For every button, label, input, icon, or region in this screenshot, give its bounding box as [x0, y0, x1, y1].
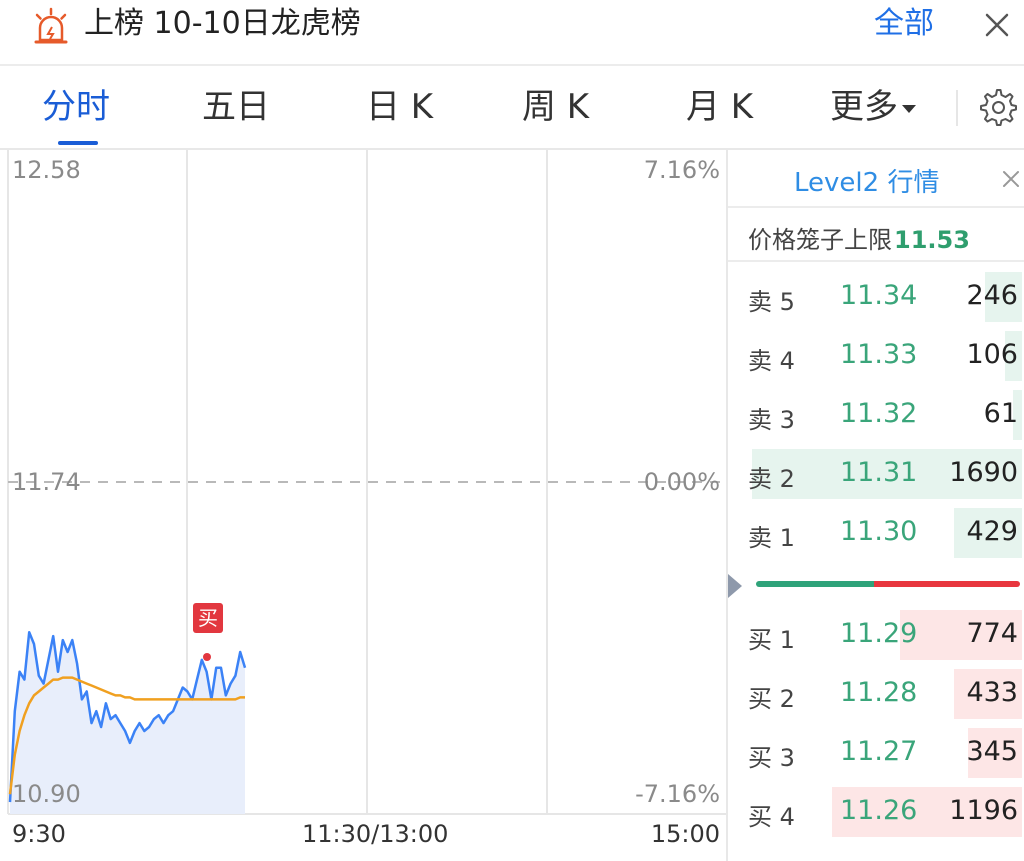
level-label: 买 4 — [748, 803, 795, 831]
level-volume: 106 — [966, 339, 1018, 370]
sell-level-row[interactable]: 卖 2 11.31 1690 — [728, 449, 1024, 499]
level-price: 11.27 — [840, 736, 918, 767]
header-divider — [0, 64, 1024, 66]
sell-level-row[interactable]: 卖 1 11.30 429 — [728, 508, 1024, 558]
buy-level-row[interactable]: 买 4 11.26 1196 — [728, 787, 1024, 837]
level-label: 买 1 — [748, 626, 795, 654]
tab-weekly-k[interactable]: 周 K — [522, 86, 589, 128]
price-high-label: 12.58 — [12, 156, 81, 184]
intraday-chart[interactable]: 12.58 11.74 10.90 7.16% 0.00% -7.16% 9:3… — [0, 150, 726, 861]
level-price: 11.33 — [840, 339, 918, 370]
level-label: 卖 3 — [748, 406, 795, 434]
close-icon[interactable] — [1000, 168, 1022, 190]
level-label: 买 3 — [748, 744, 795, 772]
price-cage-label: 价格笼子上限 — [748, 226, 892, 254]
level-volume: 1690 — [949, 457, 1018, 488]
price-cage-value: 11.53 — [894, 226, 970, 254]
chevron-down-icon — [902, 104, 916, 113]
level-label: 卖 4 — [748, 347, 795, 375]
tab-separator — [956, 90, 958, 126]
gear-icon[interactable] — [976, 86, 1018, 128]
level-price: 11.34 — [840, 280, 918, 311]
level-price: 11.30 — [840, 516, 918, 547]
panel-divider — [728, 206, 1024, 208]
level-volume: 61 — [983, 398, 1018, 429]
all-button[interactable]: 全部 — [874, 6, 934, 42]
pct-high-label: 7.16% — [643, 156, 720, 184]
level-label: 卖 1 — [748, 524, 795, 552]
level-price: 11.29 — [840, 618, 918, 649]
tab-more[interactable]: 更多 — [830, 86, 916, 128]
buy-ratio-bar — [874, 581, 1020, 587]
tab-monthly-k[interactable]: 月 K — [686, 86, 753, 128]
tab-more-label: 更多 — [830, 87, 898, 127]
tab-five-day[interactable]: 五日 — [202, 86, 270, 128]
level-price: 11.31 — [840, 457, 918, 488]
price-mid-label: 11.74 — [12, 468, 81, 496]
level-label: 卖 2 — [748, 465, 795, 493]
level-price: 11.26 — [840, 795, 918, 826]
sell-ratio-bar — [756, 581, 874, 587]
level-volume: 774 — [966, 618, 1018, 649]
level-label: 买 2 — [748, 685, 795, 713]
time-end-label: 15:00 — [650, 820, 720, 848]
level-volume: 1196 — [949, 795, 1018, 826]
tab-intraday[interactable]: 分时 — [42, 86, 110, 128]
buy-level-row[interactable]: 买 2 11.28 433 — [728, 669, 1024, 719]
level-price: 11.28 — [840, 677, 918, 708]
level-label: 卖 5 — [748, 288, 795, 316]
level-volume: 345 — [966, 736, 1018, 767]
level-volume: 246 — [966, 280, 1018, 311]
price-cage: 价格笼子上限11.53 — [748, 220, 970, 255]
pct-low-label: -7.16% — [635, 780, 720, 808]
sell-level-row[interactable]: 卖 5 11.34 246 — [728, 272, 1024, 322]
page-title: 上榜 10-10日龙虎榜 — [84, 6, 361, 41]
level2-panel: Level2 行情 价格笼子上限11.53 卖 5 11.34 246 卖 4 11.3… — [726, 150, 1024, 861]
close-icon[interactable] — [980, 8, 1014, 42]
buy-level-row[interactable]: 买 1 11.29 774 — [728, 610, 1024, 660]
time-mid-label: 11:30/13:00 — [302, 820, 449, 848]
level-volume: 433 — [966, 677, 1018, 708]
active-tab-indicator — [58, 141, 98, 145]
buy-level-row[interactable]: 买 3 11.27 345 — [728, 728, 1024, 778]
sell-level-row[interactable]: 卖 3 11.32 61 — [728, 390, 1024, 440]
level2-title: Level2 行情 — [794, 168, 940, 198]
panel-divider — [728, 260, 1024, 262]
price-low-label: 10.90 — [12, 780, 81, 808]
top-bar: 上榜 10-10日龙虎榜 全部 — [0, 0, 1024, 56]
pct-mid-label: 0.00% — [643, 468, 720, 496]
intraday-chart-svg — [7, 150, 726, 815]
level-price: 11.32 — [840, 398, 918, 429]
expand-arrow-icon[interactable] — [728, 574, 742, 598]
tab-daily-k[interactable]: 日 K — [366, 86, 433, 128]
level-volume: 429 — [966, 516, 1018, 547]
sell-level-row[interactable]: 卖 4 11.33 106 — [728, 331, 1024, 381]
time-start-label: 9:30 — [12, 820, 66, 848]
buy-marker-badge[interactable]: 买 — [193, 603, 223, 633]
alarm-icon — [34, 7, 68, 44]
